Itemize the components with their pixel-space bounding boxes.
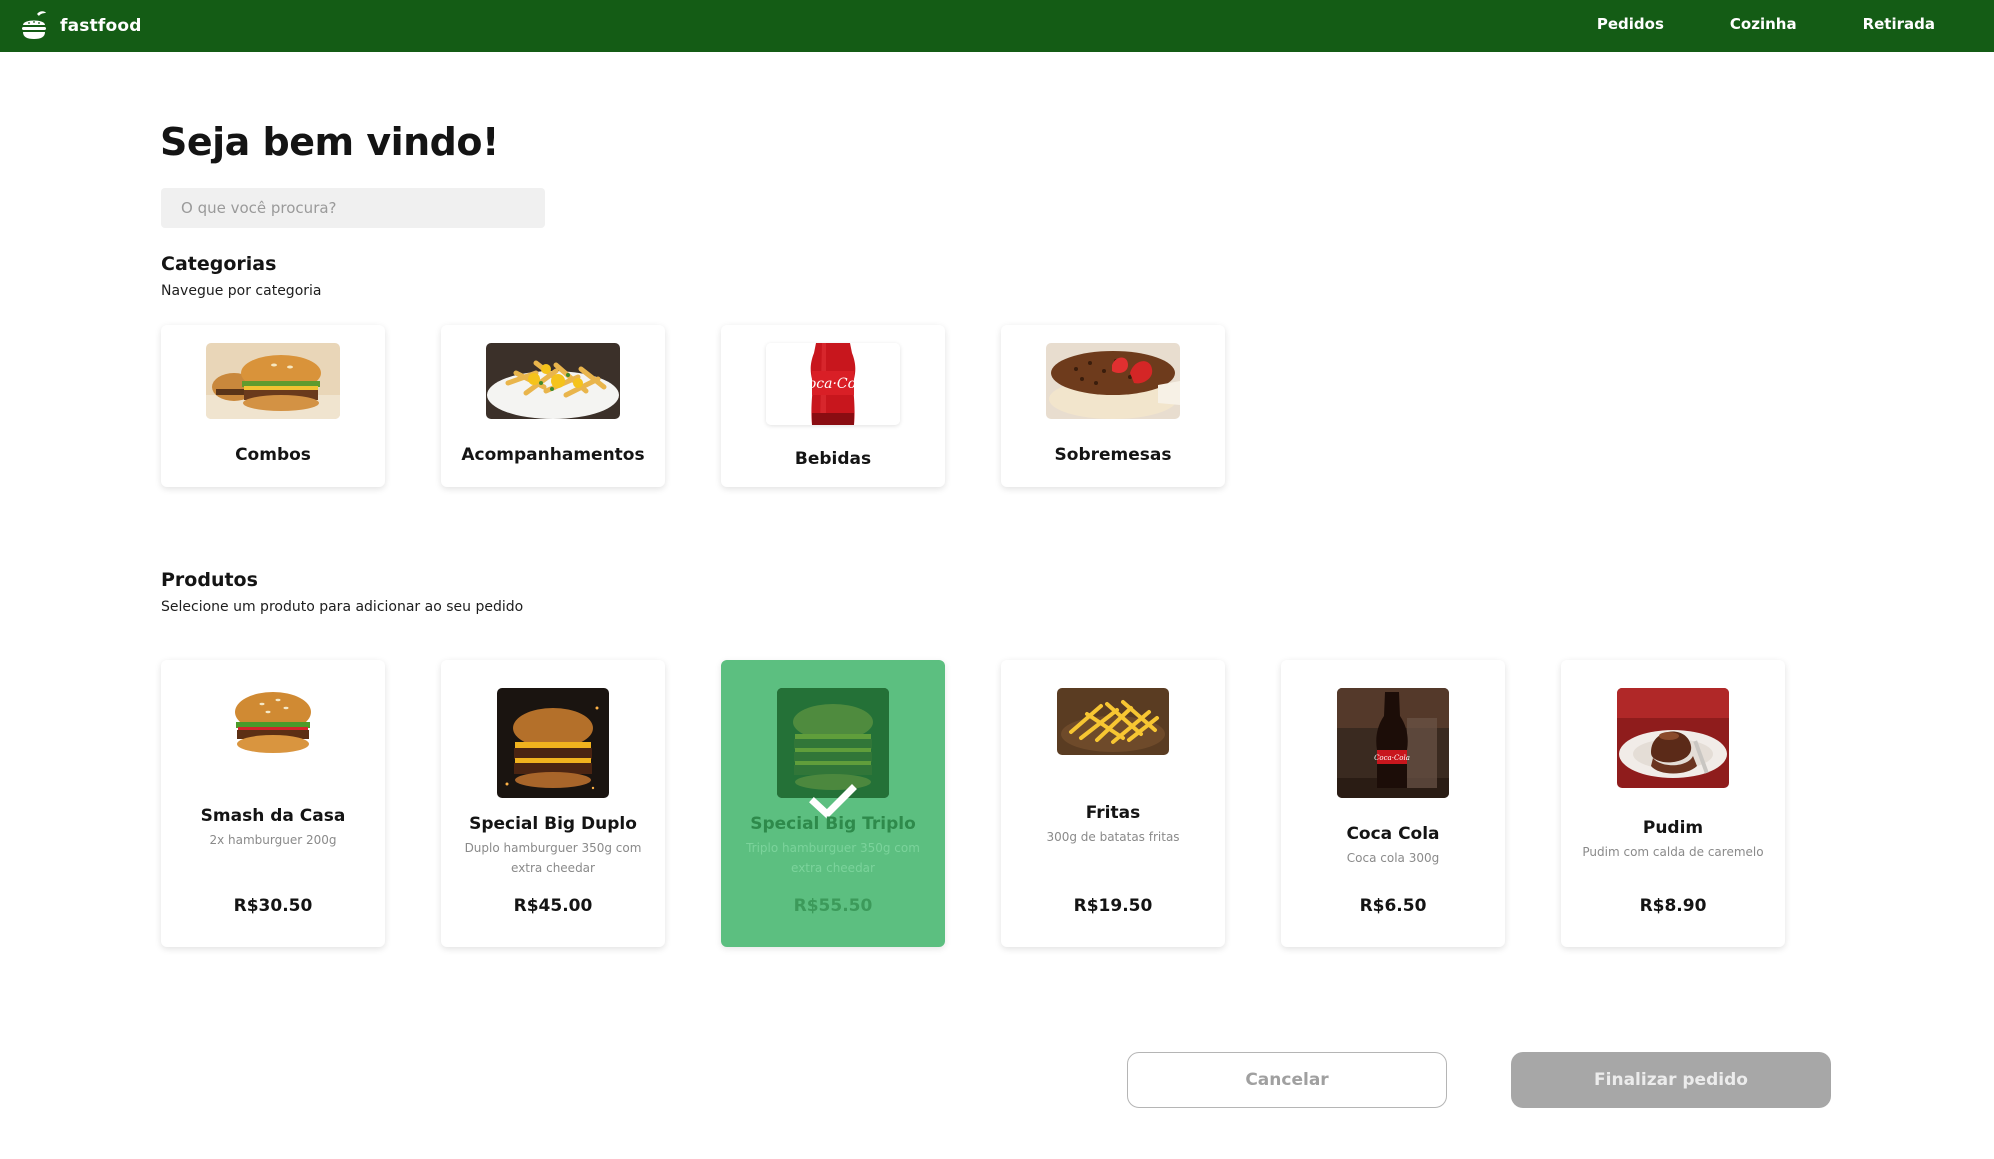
triple-burger-photo-icon (777, 688, 889, 798)
category-card-sobremesas[interactable]: Sobremesas (1001, 325, 1225, 487)
products-subtitle: Selecione um produto para adicionar ao s… (161, 599, 524, 615)
product-price: R$8.90 (1639, 896, 1707, 916)
nav-retirada[interactable]: Retirada (1863, 15, 1935, 33)
brand[interactable]: fastfood (18, 6, 142, 46)
cancel-button[interactable]: Cancelar (1127, 1052, 1447, 1108)
top-navbar: fastfood Pedidos Cozinha Retirada (0, 0, 1994, 52)
product-price: R$45.00 (513, 896, 593, 916)
categories-title: Categorias (161, 253, 277, 275)
product-name: Coca Cola (1346, 824, 1440, 844)
product-name: Smash da Casa (200, 806, 346, 826)
product-description: 300g de batatas fritas (1046, 830, 1180, 844)
product-name: Fritas (1085, 803, 1141, 823)
coca-cola-bottle-photo-icon: Coca·Cola (766, 343, 900, 425)
page-title: Seja bem vindo! (160, 120, 499, 164)
svg-text:Coca·Cola: Coca·Cola (1374, 754, 1410, 762)
product-card-pudim[interactable]: Pudim Pudim com calda de caremelo R$8.90 (1561, 660, 1785, 947)
finish-order-button[interactable]: Finalizar pedido (1511, 1052, 1831, 1108)
fastfood-logo-icon (22, 11, 46, 39)
product-description: Coca cola 300g (1346, 851, 1440, 865)
categories-subtitle: Navegue por categoria (161, 283, 322, 299)
product-card-fritas[interactable]: Fritas 300g de batatas fritas R$19.50 (1001, 660, 1225, 947)
product-description: 2x hamburguer 200g (209, 833, 337, 847)
double-burger-photo-icon (497, 688, 609, 798)
burger-photo-icon (206, 343, 340, 419)
strawberry-cake-photo-icon (1046, 343, 1180, 419)
svg-text:Coca·Cola: Coca·Cola (797, 376, 869, 392)
product-price: R$19.50 (1073, 896, 1153, 916)
product-description: Pudim com calda de caremelo (1582, 845, 1764, 859)
products-title: Produtos (161, 569, 258, 591)
category-card-bebidas[interactable]: Coca·Cola Bebidas (721, 325, 945, 487)
product-name: Special Big Duplo (469, 814, 637, 834)
category-label: Acompanhamentos (461, 445, 645, 465)
product-description: Triplo hamburguer 350g com extra cheedar (746, 841, 920, 875)
product-price: R$6.50 (1359, 896, 1427, 916)
product-card-coca-cola[interactable]: Coca·Cola Coca Cola Coca cola 300g R$6.5… (1281, 660, 1505, 947)
product-price: R$55.50 (793, 896, 873, 916)
search-input[interactable] (161, 188, 545, 228)
main-nav: Pedidos Cozinha Retirada (1597, 0, 1935, 48)
coca-cola-photo-icon: Coca·Cola (1337, 688, 1449, 798)
category-label: Sobremesas (1054, 445, 1172, 465)
product-name: Pudim (1642, 818, 1704, 838)
product-card-smash-da-casa[interactable]: Smash da Casa 2x hamburguer 200g R$30.50 (161, 660, 385, 947)
product-name: Special Big Triplo (750, 814, 916, 834)
category-card-acompanhamentos[interactable]: Acompanhamentos (441, 325, 665, 487)
fries-photo-icon (1057, 688, 1169, 755)
product-price: R$30.50 (233, 896, 313, 916)
loaded-fries-photo-icon (486, 343, 620, 419)
category-card-combos[interactable]: Combos (161, 325, 385, 487)
category-label: Combos (235, 445, 311, 465)
burger-photo-icon (228, 688, 318, 758)
pudding-photo-icon (1617, 688, 1729, 788)
product-card-special-big-duplo[interactable]: Special Big Duplo Duplo hamburguer 350g … (441, 660, 665, 947)
product-description: Duplo hamburguer 350g com extra cheedar (464, 841, 642, 875)
category-label: Bebidas (794, 449, 872, 469)
nav-pedidos[interactable]: Pedidos (1597, 15, 1664, 33)
product-card-special-big-triplo[interactable]: Special Big Triplo Triplo hamburguer 350… (721, 660, 945, 947)
brand-name: fastfood (60, 16, 142, 36)
nav-cozinha[interactable]: Cozinha (1730, 15, 1797, 33)
